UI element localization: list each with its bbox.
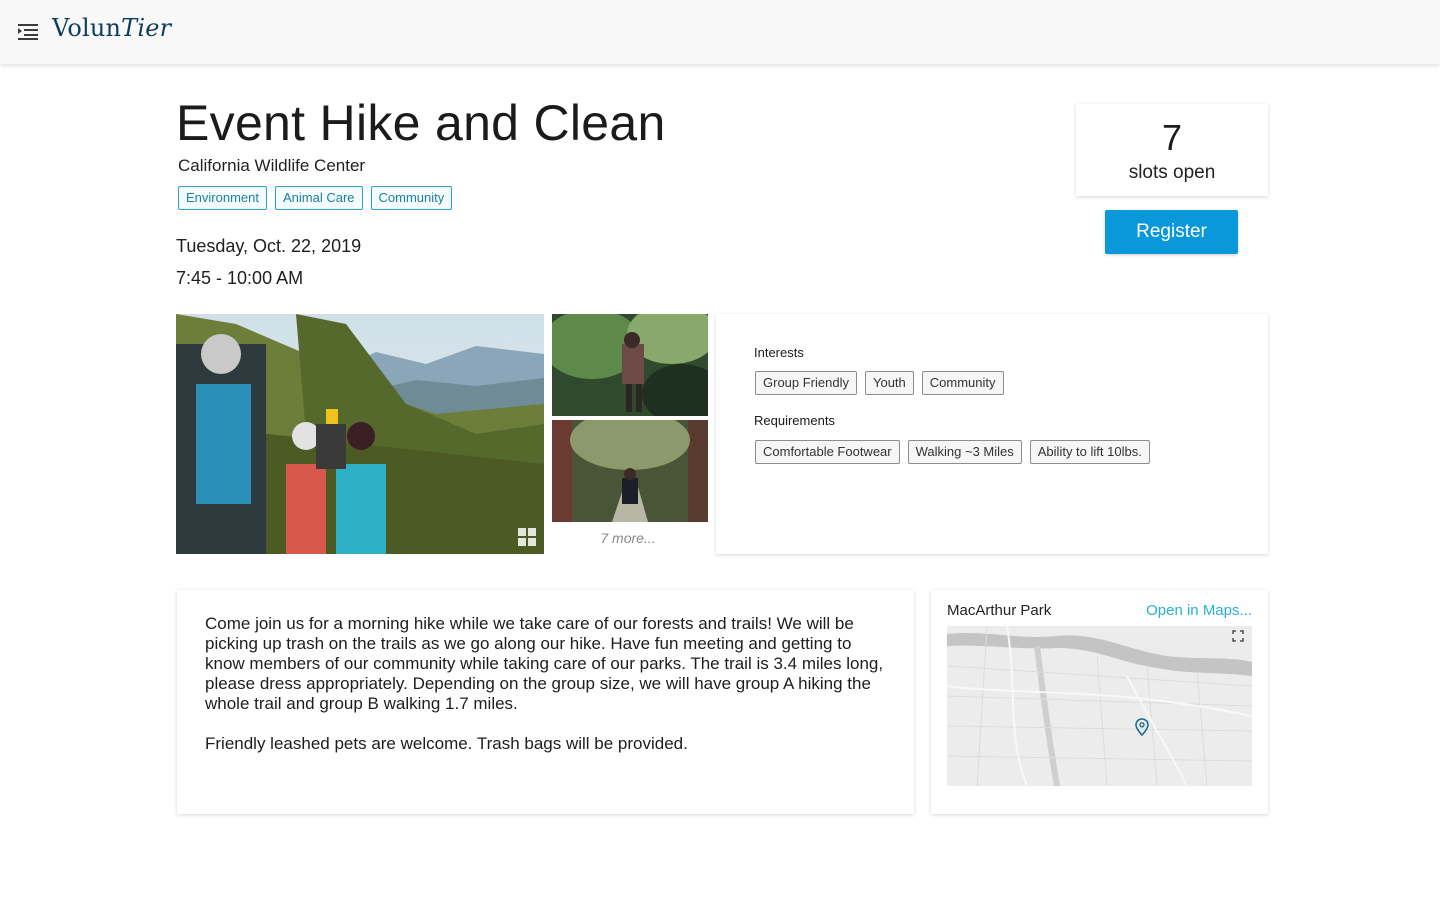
more-photos-link[interactable]: 7 more... [552, 530, 704, 546]
street-map-image [947, 626, 1252, 786]
grid-icon[interactable] [518, 528, 536, 546]
interests-heading: Interests [754, 345, 804, 360]
menu-icon[interactable] [18, 23, 38, 41]
description-paragraph: Come join us for a morning hike while we… [205, 614, 884, 713]
map-view[interactable] [947, 626, 1252, 786]
organization-name: California Wildlife Center [178, 156, 366, 175]
requirements-heading: Requirements [754, 413, 835, 428]
location-card: MacArthur Park Open in Maps... [931, 590, 1268, 814]
gallery-thumbnail[interactable] [552, 420, 708, 522]
register-button[interactable]: Register [1105, 210, 1238, 254]
requirement-chip[interactable]: Ability to lift 10lbs. [1029, 440, 1150, 464]
slots-card: 7 slots open [1076, 104, 1268, 196]
location-name: MacArthur Park [947, 602, 1052, 619]
expand-icon[interactable] [1232, 630, 1244, 642]
gallery-thumbnail[interactable] [552, 314, 708, 416]
event-time: 7:45 - 10:00 AM [176, 268, 304, 288]
requirements-list: Comfortable Footwear Walking ~3 Miles Ab… [755, 440, 1150, 464]
hikers-mountain-image [176, 314, 544, 554]
event-title: Event Hike and Clean [176, 95, 666, 151]
category-tags: Environment Animal Care Community [178, 186, 453, 210]
forest-trail-image [552, 420, 708, 522]
interest-chip[interactable]: Community [921, 371, 1004, 395]
requirement-chip[interactable]: Comfortable Footwear [755, 440, 900, 464]
details-card: Interests Group Friendly Youth Community… [716, 314, 1268, 554]
forest-hiker-image [552, 314, 708, 416]
top-bar: VolunTier [0, 0, 1440, 64]
open-in-maps-link[interactable]: Open in Maps... [1146, 602, 1252, 619]
category-tag[interactable]: Animal Care [274, 186, 363, 210]
category-tag[interactable]: Environment [178, 186, 267, 210]
category-tag[interactable]: Community [370, 186, 453, 210]
main-event-photo[interactable] [176, 314, 544, 554]
description-card: Come join us for a morning hike while we… [177, 590, 914, 814]
slots-label: slots open [1128, 162, 1216, 183]
location-pin-icon [1135, 718, 1149, 736]
brand-logo[interactable]: VolunTier [52, 14, 171, 42]
brand-text-part1: Volun [52, 14, 122, 42]
brand-text-part2: Tier [121, 14, 172, 42]
interest-chip[interactable]: Youth [864, 371, 914, 395]
requirement-chip[interactable]: Walking ~3 Miles [907, 440, 1022, 464]
description-paragraph: Friendly leashed pets are welcome. Trash… [205, 734, 688, 753]
interests-list: Group Friendly Youth Community [755, 371, 1004, 395]
slots-count: 7 [1161, 117, 1183, 158]
event-date: Tuesday, Oct. 22, 2019 [176, 236, 362, 256]
interest-chip[interactable]: Group Friendly [755, 371, 857, 395]
